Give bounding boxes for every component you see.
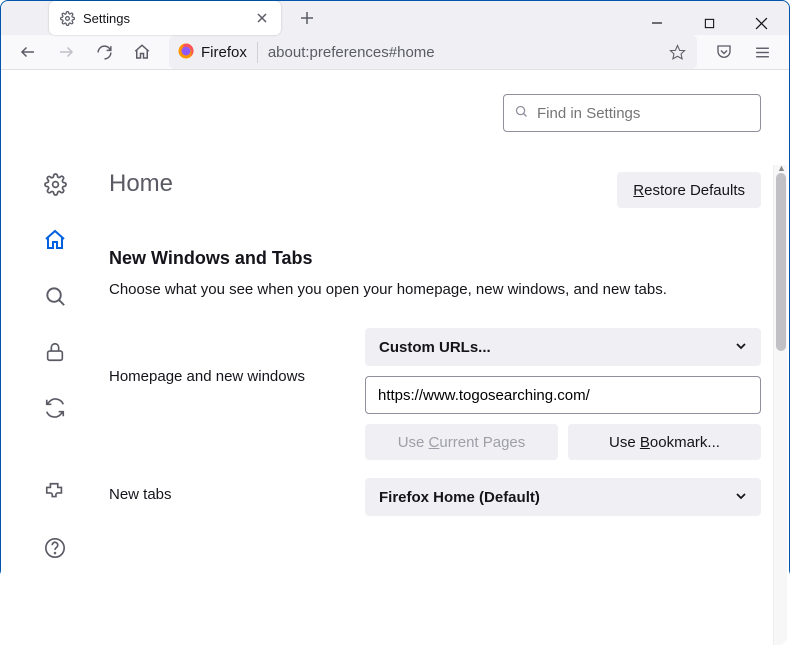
- identity-box: Firefox: [177, 42, 258, 63]
- homepage-mode-select[interactable]: Custom URLs...: [365, 328, 761, 366]
- chevron-down-icon: [735, 339, 747, 356]
- restore-defaults-button[interactable]: Restore Defaults: [617, 172, 761, 208]
- minimize-button[interactable]: [635, 6, 679, 40]
- new-tab-button[interactable]: [293, 4, 321, 32]
- select-value: Custom URLs...: [379, 339, 491, 356]
- home-button[interactable]: [125, 35, 159, 69]
- forward-button[interactable]: [49, 35, 83, 69]
- section-title: New Windows and Tabs: [109, 248, 761, 269]
- sidebar-item-search[interactable]: [41, 282, 69, 310]
- back-button[interactable]: [11, 35, 45, 69]
- section-description: Choose what you see when you open your h…: [109, 279, 761, 300]
- use-current-pages-button[interactable]: Use Current Pages: [365, 424, 558, 460]
- settings-search[interactable]: [503, 94, 761, 132]
- tab-label: Settings: [83, 11, 253, 26]
- use-bookmark-button[interactable]: Use Bookmark...: [568, 424, 761, 460]
- chevron-down-icon: [735, 489, 747, 506]
- sidebar-item-sync[interactable]: [41, 394, 69, 422]
- settings-sidebar: [1, 70, 109, 582]
- search-icon: [514, 104, 529, 122]
- reload-button[interactable]: [87, 35, 121, 69]
- firefox-logo-icon: [177, 42, 195, 63]
- newtabs-label: New tabs: [109, 478, 365, 503]
- url-bar[interactable]: Firefox about:preferences#home: [169, 35, 697, 69]
- scroll-up-icon[interactable]: ▲: [777, 163, 786, 173]
- vertical-scrollbar[interactable]: ▲: [773, 165, 787, 645]
- close-icon[interactable]: [253, 9, 271, 27]
- gear-icon: [59, 10, 75, 26]
- browser-tab[interactable]: Settings: [49, 1, 281, 35]
- window-controls: [635, 1, 783, 45]
- close-window-button[interactable]: [739, 6, 783, 40]
- homepage-url-input[interactable]: [365, 376, 761, 414]
- sidebar-item-home[interactable]: [41, 226, 69, 254]
- select-value: Firefox Home (Default): [379, 489, 540, 506]
- sidebar-item-privacy[interactable]: [41, 338, 69, 366]
- url-text: about:preferences#home: [268, 44, 665, 61]
- tab-strip: Settings: [1, 1, 789, 35]
- sidebar-item-extensions[interactable]: [41, 478, 69, 506]
- sidebar-item-general[interactable]: [41, 170, 69, 198]
- scrollbar-thumb[interactable]: [776, 173, 786, 351]
- sidebar-item-help[interactable]: [41, 534, 69, 562]
- identity-label: Firefox: [201, 44, 247, 61]
- homepage-label: Homepage and new windows: [109, 328, 365, 385]
- maximize-button[interactable]: [687, 6, 731, 40]
- newtabs-select[interactable]: Firefox Home (Default): [365, 478, 761, 516]
- settings-search-input[interactable]: [537, 105, 750, 122]
